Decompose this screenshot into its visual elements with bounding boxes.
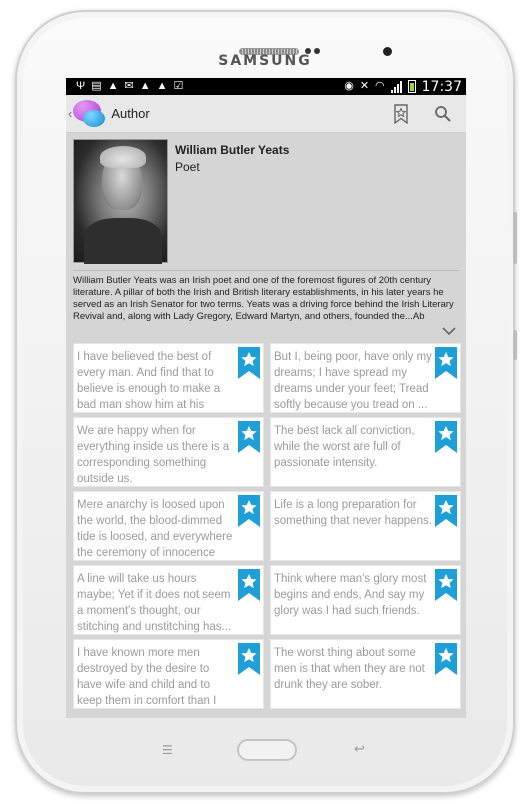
quote-card[interactable]: A line will take us hours maybe; Yet if …: [73, 565, 264, 635]
favorite-bookmark-icon[interactable]: [238, 643, 260, 675]
divider: [73, 270, 459, 271]
author-role: Poet: [175, 160, 200, 174]
quote-text: Think where man's glory most begins and …: [274, 573, 427, 617]
quote-text: A line will take us hours maybe; Yet if …: [77, 573, 232, 633]
quote-card[interactable]: Mere anarchy is loosed upon the world, t…: [73, 491, 264, 561]
quote-card[interactable]: I have believed the best of every man. A…: [73, 343, 264, 413]
favorite-bookmark-icon[interactable]: [238, 347, 260, 379]
quote-text: But I, being poor, have only my dreams; …: [274, 351, 432, 411]
favorite-bookmark-icon[interactable]: [435, 421, 457, 453]
quote-text: I have believed the best of every man. A…: [77, 351, 221, 411]
mute-icon: ✕: [359, 80, 370, 92]
system-icons: ◉ ✕ ◠ 17:37: [344, 79, 462, 95]
power-button[interactable]: [513, 330, 517, 360]
task-icon: ☑: [173, 80, 184, 92]
author-header: William Butler Yeats Poet William Butler…: [66, 133, 466, 351]
favorite-bookmark-icon[interactable]: [435, 347, 457, 379]
favorite-bookmark-icon[interactable]: [238, 421, 260, 453]
warning-icon: ▲: [156, 80, 168, 92]
menu-key-icon[interactable]: ☰: [162, 743, 173, 757]
quote-card[interactable]: I have known more men destroyed by the d…: [73, 639, 264, 709]
search-icon[interactable]: [434, 104, 452, 124]
quote-card[interactable]: But I, being poor, have only my dreams; …: [270, 343, 461, 413]
wifi-icon: ◠: [375, 80, 385, 92]
quote-text: The best lack all conviction, while the …: [274, 425, 415, 469]
favorite-bookmark-icon[interactable]: [238, 495, 260, 527]
usb-icon: Ψ: [76, 80, 86, 92]
brand-logo: SAMSUNG: [218, 53, 312, 69]
favorite-bookmark-icon[interactable]: [435, 643, 457, 675]
eye-icon: ◉: [344, 80, 354, 92]
author-portrait: [73, 139, 168, 264]
quote-text: We are happy when for everything inside …: [77, 425, 230, 485]
quote-card[interactable]: We are happy when for everything inside …: [73, 417, 264, 487]
warning-icon: ▲: [107, 80, 119, 92]
page-title: Author: [111, 106, 150, 121]
screen: Ψ ▤ ▲ ✉ ▲ ▲ ☑ ◉ ✕ ◠ 17:37 ‹ Author Willi…: [66, 78, 466, 718]
quote-text: Mere anarchy is loosed upon the world, t…: [77, 499, 233, 559]
chevron-down-icon[interactable]: [442, 323, 456, 339]
signal-icon: [390, 80, 402, 93]
bookmark-star-icon[interactable]: [392, 104, 410, 124]
app-logo-icon[interactable]: [73, 99, 106, 128]
status-bar: Ψ ▤ ▲ ✉ ▲ ▲ ☑ ◉ ✕ ◠ 17:37: [66, 78, 466, 95]
warning-icon: ▲: [139, 80, 151, 92]
quote-card[interactable]: Think where man's glory most begins and …: [270, 565, 461, 635]
action-bar: ‹ Author: [66, 95, 466, 133]
notification-icons: Ψ ▤ ▲ ✉ ▲ ▲ ☑: [76, 81, 183, 92]
volume-button[interactable]: [513, 212, 517, 264]
sim-icon: ▤: [91, 80, 102, 92]
quote-card[interactable]: The worst thing about some men is that w…: [270, 639, 461, 709]
author-name: William Butler Yeats: [175, 143, 290, 157]
favorite-bookmark-icon[interactable]: [435, 569, 457, 601]
quote-grid: I have believed the best of every man. A…: [73, 343, 461, 709]
battery-icon: [407, 80, 416, 93]
favorite-bookmark-icon[interactable]: [435, 495, 457, 527]
home-button[interactable]: [237, 739, 297, 761]
author-bio: William Butler Yeats was an Irish poet a…: [73, 275, 454, 322]
status-clock: 17:37: [421, 78, 462, 95]
favorite-bookmark-icon[interactable]: [238, 569, 260, 601]
quote-text: The worst thing about some men is that w…: [274, 647, 425, 691]
back-chevron-icon[interactable]: ‹: [68, 106, 72, 121]
back-key-icon[interactable]: ↩: [354, 741, 365, 757]
mail-icon: ✉: [124, 80, 134, 92]
quote-text: I have known more men destroyed by the d…: [77, 647, 217, 707]
quote-card[interactable]: Life is a long preparation for something…: [270, 491, 461, 561]
quote-text: Life is a long preparation for something…: [274, 499, 432, 527]
quote-card[interactable]: The best lack all conviction, while the …: [270, 417, 461, 487]
